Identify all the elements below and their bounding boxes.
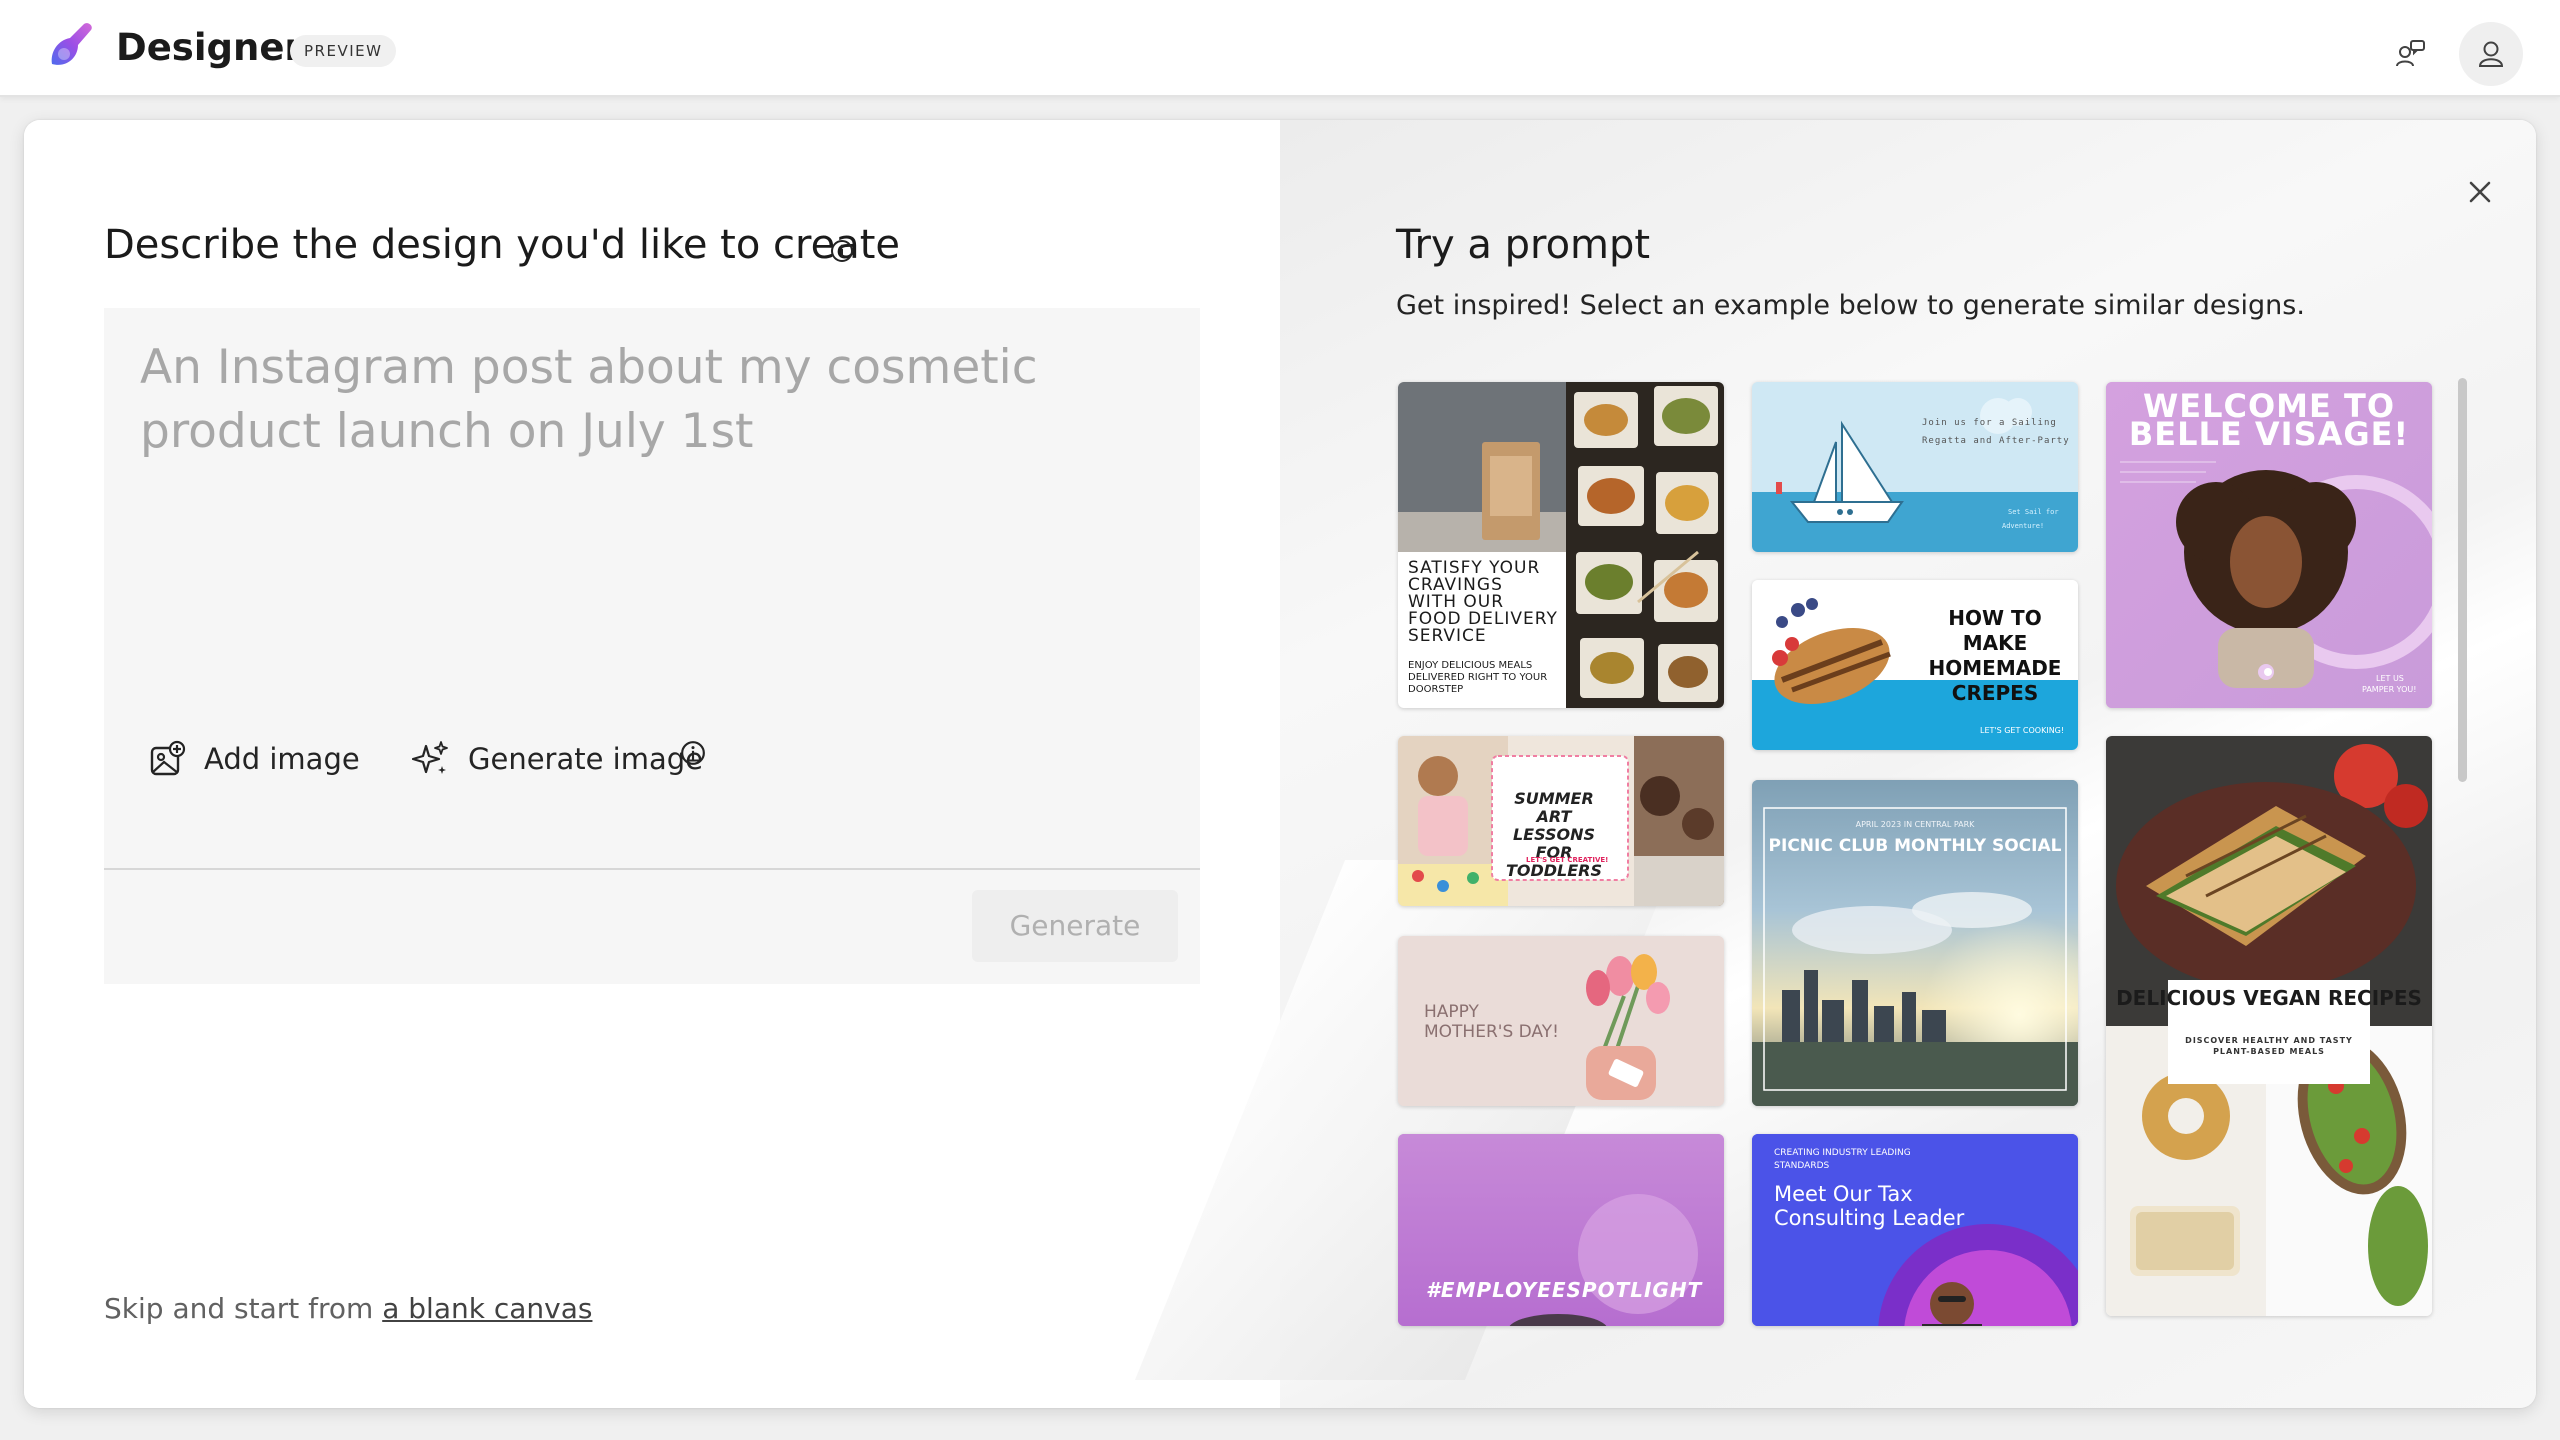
template-headline: #EMPLOYEESPOTLIGHT [1426, 1278, 1703, 1302]
template-headline: Meet Our Tax [1774, 1182, 1913, 1206]
describe-panel: Describe the design you'd like to create… [24, 120, 1280, 1408]
prompt-input[interactable]: An Instagram post about my cosmetic prod… [140, 336, 1140, 464]
template-vegan-recipes[interactable]: DELICIOUS VEGAN RECIPES DISCOVER HEALTHY… [2106, 736, 2432, 1316]
template-headline: DELICIOUS VEGAN RECIPES [2116, 986, 2422, 1010]
generate-image-label: Generate image [468, 742, 703, 776]
designer-logo-icon[interactable] [44, 18, 100, 74]
try-prompt-title: Try a prompt [1396, 222, 1651, 268]
try-prompt-panel: Try a prompt Get inspired! Select an exa… [1134, 120, 2536, 1408]
account-button[interactable] [2459, 22, 2523, 86]
template-headline: Join us for a Sailing [1922, 418, 2057, 428]
template-subtext: ENJOY DELICIOUS MEALS DELIVERED RIGHT TO… [1408, 660, 1548, 695]
feedback-icon [2396, 40, 2425, 67]
add-image-button[interactable]: Add image [148, 735, 360, 783]
close-icon[interactable] [2456, 168, 2504, 216]
template-subtext: PAMPER YOU! [2362, 685, 2417, 694]
template-subtext: DISCOVER HEALTHY AND TASTY [2185, 1036, 2353, 1045]
template-headline: MOTHER'S DAY! [1424, 1022, 1559, 1042]
template-subtext: APRIL 2023 IN CENTRAL PARK [1855, 820, 1975, 829]
template-subtext: LET'S GET CREATIVE! [1526, 856, 1609, 864]
template-subtext: STANDARDS [1774, 1161, 1830, 1171]
template-headline: SATISFY YOUR CRAVINGS WITH OUR FOOD DELI… [1408, 558, 1558, 646]
blank-canvas-link[interactable]: a blank canvas [382, 1292, 592, 1325]
template-crepes[interactable]: HOW TO MAKE HOMEMADE CREPES LET'S GET CO… [1752, 580, 2078, 750]
create-design-dialog: Describe the design you'd like to create… [24, 120, 2536, 1408]
template-subtext: PLANT-BASED MEALS [2213, 1047, 2325, 1056]
app-brand: Designer [116, 26, 303, 69]
info-icon[interactable] [830, 239, 854, 263]
prompt-input-area[interactable]: An Instagram post about my cosmetic prod… [104, 308, 1200, 984]
template-mothers-day[interactable]: HAPPY MOTHER'S DAY! [1398, 936, 1724, 1106]
template-headline: WELCOME TO BELLE VISAGE! [2128, 387, 2410, 453]
template-subtext: LET'S GET COOKING! [1980, 726, 2065, 735]
template-employee-spotlight[interactable]: #EMPLOYEESPOTLIGHT [1398, 1134, 1724, 1326]
preview-badge: PREVIEW [290, 35, 397, 67]
skip-prefix: Skip and start from [104, 1292, 383, 1325]
generate-image-button[interactable]: Generate image [412, 735, 703, 783]
scrollbar-thumb[interactable] [2458, 378, 2467, 782]
template-belle-visage[interactable]: WELCOME TO BELLE VISAGE! LET US PAMPER Y… [2106, 382, 2432, 708]
vegan-recipes-image [2106, 736, 2432, 1316]
template-subtext: Adventure! [2002, 522, 2045, 530]
add-image-label: Add image [204, 742, 360, 776]
image-add-icon [150, 740, 186, 776]
template-tax-consulting[interactable]: CREATING INDUSTRY LEADING STANDARDS Meet… [1752, 1134, 2078, 1326]
template-food-delivery[interactable]: SATISFY YOUR CRAVINGS WITH OUR FOOD DELI… [1398, 382, 1724, 708]
describe-title: Describe the design you'd like to create [104, 222, 901, 268]
template-picnic-club[interactable]: APRIL 2023 IN CENTRAL PARK PICNIC CLUB M… [1752, 780, 2078, 1106]
template-headline: PICNIC CLUB MONTHLY SOCIAL [1768, 836, 2062, 856]
divider [104, 868, 1200, 870]
template-subtext: LET US [2376, 674, 2404, 683]
info-icon[interactable] [680, 740, 706, 766]
template-sailing[interactable]: Join us for a Sailing Regatta and After-… [1752, 382, 2078, 552]
template-art-lessons[interactable]: SUMMER ART LESSONS FOR TODDLERS LET'S GE… [1398, 736, 1724, 906]
top-bar: Designer PREVIEW [0, 0, 2560, 97]
template-subtext: Set Sail for [2008, 508, 2059, 516]
template-subtext: CREATING INDUSTRY LEADING [1774, 1148, 1911, 1158]
template-headline: HAPPY [1424, 1002, 1479, 1022]
sparkle-icon [412, 741, 448, 774]
account-icon [2478, 41, 2504, 67]
feedback-button[interactable] [2378, 22, 2442, 86]
generate-button[interactable]: Generate [972, 890, 1178, 962]
template-headline: Consulting Leader [1774, 1206, 1965, 1230]
template-headline: SUMMER ART LESSONS FOR TODDLERS [1505, 789, 1603, 880]
template-headline: Regatta and After-Party [1922, 436, 2070, 446]
try-prompt-subtitle: Get inspired! Select an example below to… [1396, 290, 2305, 321]
template-headline: HOW TO MAKE HOMEMADE CREPES [1928, 606, 2062, 705]
skip-text: Skip and start from a blank canvas [104, 1292, 592, 1325]
